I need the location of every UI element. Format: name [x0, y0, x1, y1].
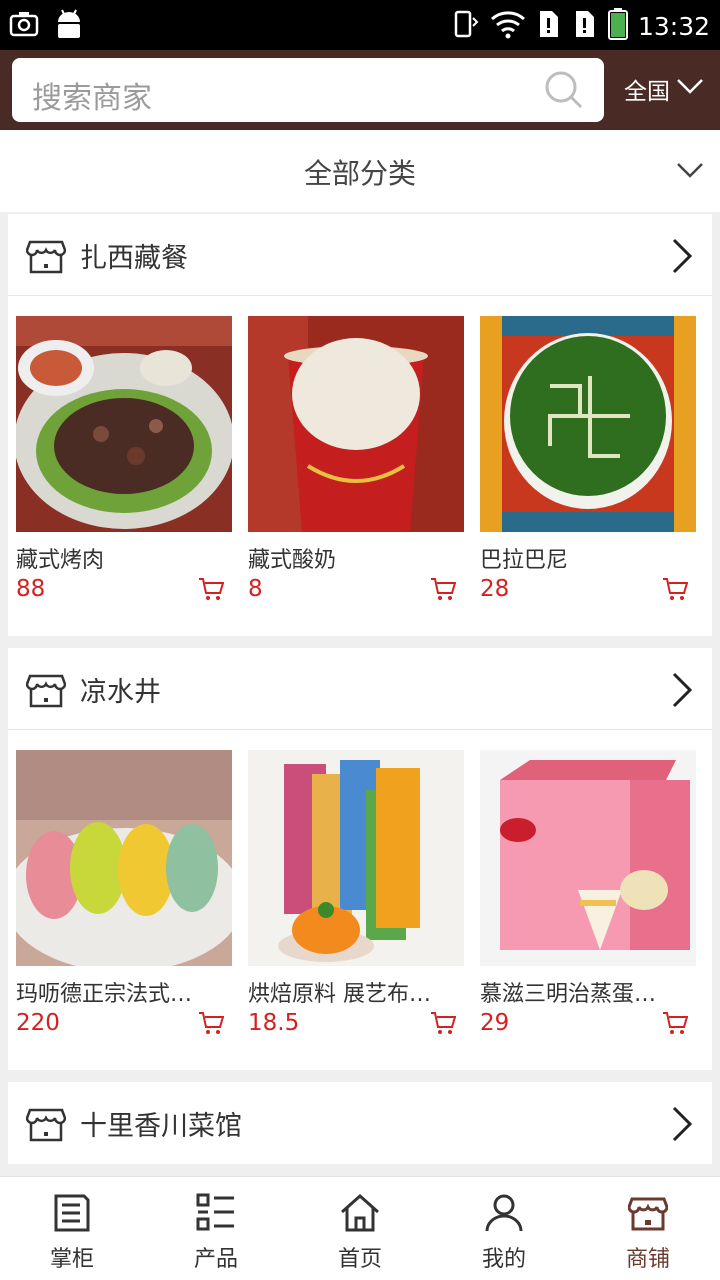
wifi-icon [490, 9, 526, 43]
chevron-right-icon [670, 672, 694, 708]
product-name: 烘焙原料 展艺布… [248, 982, 431, 1007]
nav-label: 产品 [193, 1247, 238, 1272]
search-icon[interactable] [544, 70, 584, 110]
nav-label: 我的 [481, 1247, 526, 1272]
nav-item-manager[interactable]: 掌柜 [0, 1177, 144, 1280]
cart-icon[interactable] [662, 576, 689, 602]
nav-label: 首页 [337, 1247, 382, 1272]
category-filter[interactable]: 全部分类 [0, 130, 720, 212]
store-icon [25, 1104, 67, 1144]
document-icon [52, 1193, 92, 1233]
chevron-right-icon [670, 238, 694, 274]
store-icon [627, 1193, 669, 1233]
product-price: 29 [480, 1010, 510, 1036]
screenshot-icon [8, 8, 40, 44]
nav-item-mine[interactable]: 我的 [432, 1177, 576, 1280]
shop-name: 十里香川菜馆 [80, 1111, 242, 1142]
store-icon [25, 236, 67, 276]
chevron-right-icon [670, 1106, 694, 1142]
shop-header[interactable]: 十里香川菜馆 [8, 1082, 712, 1164]
sim2-icon [572, 9, 598, 43]
search-placeholder: 搜索商家 [32, 81, 152, 116]
product-name: 藏式酸奶 [248, 548, 337, 573]
list-icon [196, 1193, 236, 1233]
home-icon [340, 1193, 380, 1233]
status-bar: 13:32 [0, 0, 720, 50]
battery-icon [607, 8, 628, 44]
product-list: 玛呖德正宗法式… 220 烘焙原料 展艺布… 18.5 慕滋三明治蒸蛋… 29 [16, 750, 696, 1042]
chevron-down-icon [676, 156, 704, 184]
product-name: 慕滋三明治蒸蛋… [480, 982, 657, 1007]
search-input[interactable]: 搜索商家 [12, 58, 604, 122]
store-icon [25, 670, 67, 710]
nav-label: 掌柜 [49, 1247, 94, 1272]
user-icon [484, 1193, 524, 1233]
product-image[interactable] [248, 750, 464, 966]
product-list: 藏式烤肉 88 藏式酸奶 8 巴拉巴尼 28 [16, 316, 696, 608]
product-price: 8 [248, 576, 263, 602]
android-icon [54, 8, 84, 44]
cart-icon[interactable] [662, 1010, 689, 1036]
shop-header[interactable]: 扎西藏餐 [8, 214, 712, 296]
shop-card: 扎西藏餐 藏式烤肉 88 藏式酸奶 8 巴拉巴尼 28 [8, 214, 712, 636]
cart-icon[interactable] [430, 576, 457, 602]
shop-header[interactable]: 凉水井 [8, 648, 712, 730]
product-item[interactable]: 玛呖德正宗法式… 220 [16, 750, 232, 1042]
bottom-nav: 掌柜 产品 首页 我的 商铺 [0, 1176, 720, 1280]
shop-name: 凉水井 [80, 677, 161, 708]
product-price: 18.5 [248, 1010, 300, 1036]
product-item[interactable]: 慕滋三明治蒸蛋… 29 [480, 750, 696, 1042]
product-price: 28 [480, 576, 510, 602]
chevron-down-icon [676, 76, 704, 102]
product-image[interactable] [16, 750, 232, 966]
cart-icon[interactable] [198, 1010, 225, 1036]
shop-card: 凉水井 玛呖德正宗法式… 220 烘焙原料 展艺布… 18.5 慕滋三明治蒸蛋…… [8, 648, 712, 1070]
product-item[interactable]: 藏式酸奶 8 [248, 316, 464, 608]
product-name: 藏式烤肉 [16, 548, 105, 573]
nav-item-products[interactable]: 产品 [144, 1177, 288, 1280]
shop-card: 十里香川菜馆 [8, 1082, 712, 1164]
product-image[interactable] [16, 316, 232, 532]
region-label: 全国 [624, 79, 670, 105]
status-time: 13:32 [637, 11, 710, 41]
region-selector[interactable]: 全国 [624, 72, 704, 106]
vibrate-icon [452, 8, 480, 44]
product-item[interactable]: 巴拉巴尼 28 [480, 316, 696, 608]
product-name: 玛呖德正宗法式… [16, 982, 193, 1007]
product-price: 88 [16, 576, 46, 602]
top-header: 搜索商家 全国 [0, 50, 720, 130]
product-name: 巴拉巴尼 [480, 548, 569, 573]
shop-name: 扎西藏餐 [80, 243, 188, 274]
product-item[interactable]: 藏式烤肉 88 [16, 316, 232, 608]
sim1-icon [536, 9, 562, 43]
nav-label: 商铺 [625, 1247, 670, 1272]
category-label: 全部分类 [303, 157, 416, 190]
product-item[interactable]: 烘焙原料 展艺布… 18.5 [248, 750, 464, 1042]
product-image[interactable] [248, 316, 464, 532]
nav-item-stores[interactable]: 商铺 [576, 1177, 720, 1280]
nav-item-home[interactable]: 首页 [288, 1177, 432, 1280]
cart-icon[interactable] [430, 1010, 457, 1036]
product-image[interactable] [480, 316, 696, 532]
product-image[interactable] [480, 750, 696, 966]
cart-icon[interactable] [198, 576, 225, 602]
product-price: 220 [16, 1010, 60, 1036]
